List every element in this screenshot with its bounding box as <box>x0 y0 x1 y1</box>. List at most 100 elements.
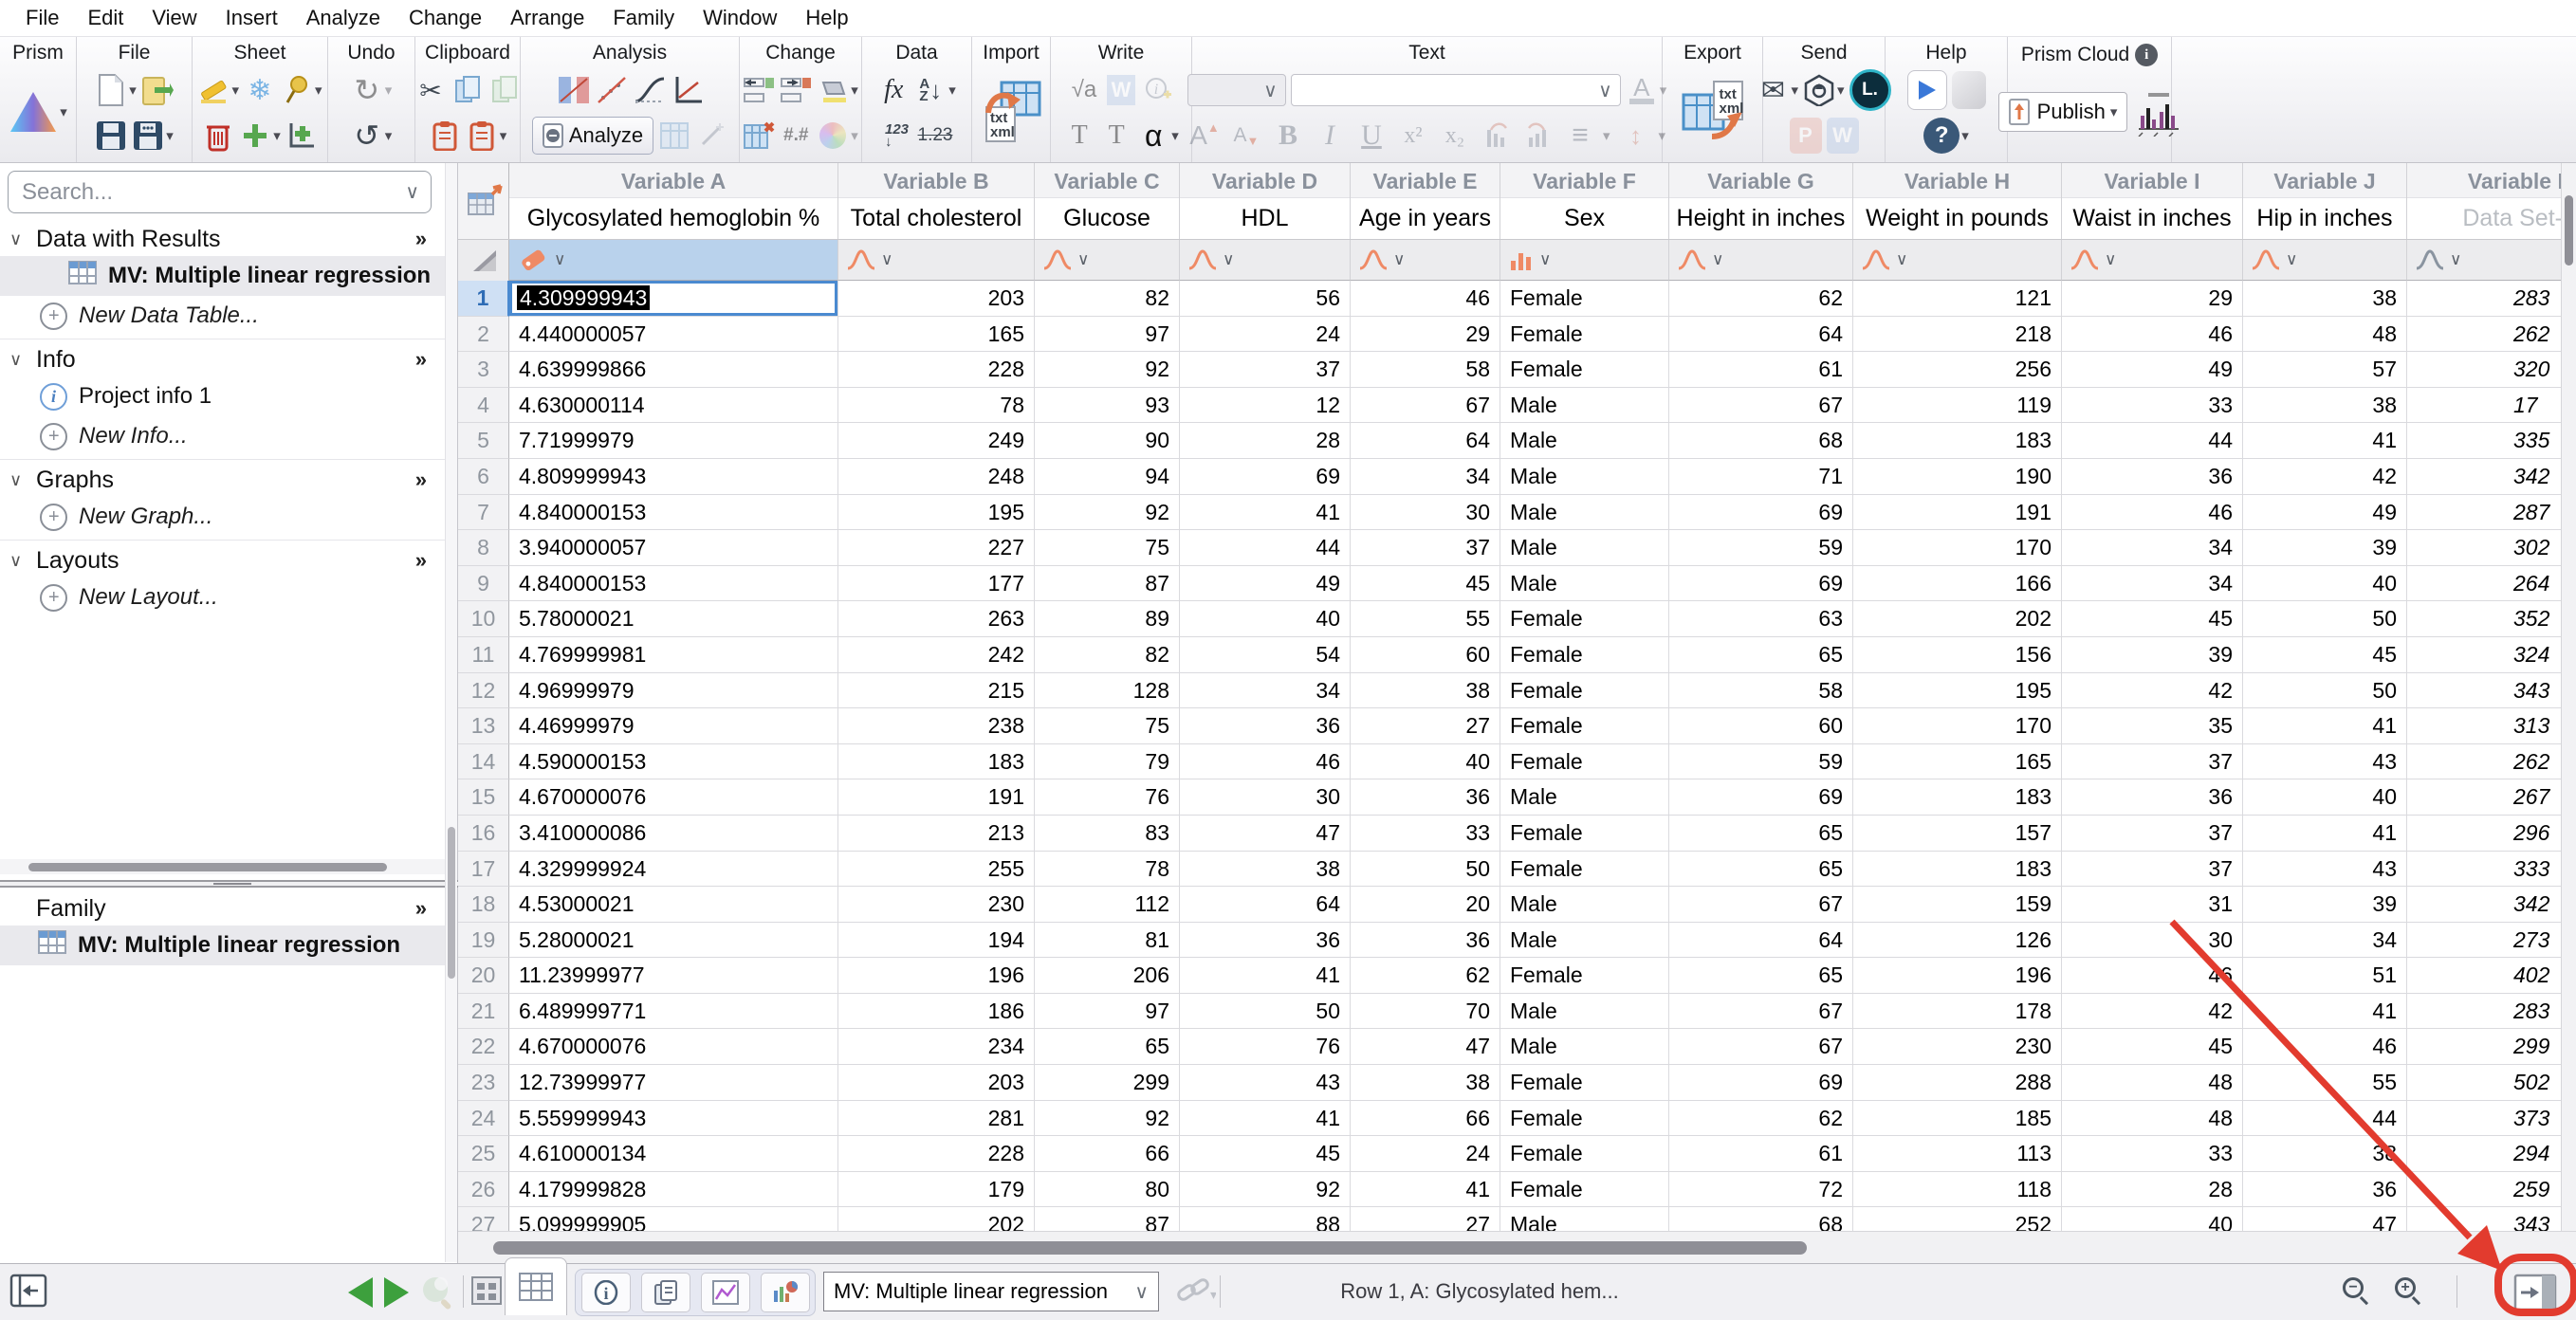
view-graph-button[interactable] <box>701 1273 750 1312</box>
table-cell[interactable]: 121 <box>1853 281 2062 317</box>
table-cell[interactable]: 58 <box>1351 352 1500 388</box>
table-cell[interactable]: 4.309999943 <box>509 281 838 317</box>
table-cell[interactable]: 194 <box>838 923 1035 959</box>
column-title[interactable]: Sex <box>1500 198 1668 239</box>
column-header-variable-i[interactable]: Variable IWaist in inches <box>2062 163 2243 239</box>
column-title[interactable]: Age in years <box>1351 198 1500 239</box>
table-cell[interactable]: 27 <box>1351 1207 1500 1231</box>
table-cell[interactable]: 65 <box>1669 852 1853 888</box>
table-cell[interactable]: Female <box>1500 816 1669 852</box>
table-cell[interactable]: 69 <box>1180 459 1351 495</box>
select-all-corner[interactable] <box>458 240 509 281</box>
color-scheme-icon[interactable] <box>817 117 849 155</box>
table-cell[interactable]: 320 <box>2407 352 2576 388</box>
row-number[interactable]: 4 <box>458 388 509 424</box>
table-cell[interactable]: 46 <box>2062 317 2243 353</box>
menu-analyze[interactable]: Analyze <box>292 6 395 30</box>
table-cell[interactable]: 49 <box>1180 566 1351 602</box>
column-type-icon-k[interactable]: ∨fx <box>2407 240 2576 281</box>
table-cell[interactable]: 259 <box>2407 1172 2576 1208</box>
row-number[interactable]: 6 <box>458 459 509 495</box>
redo-icon[interactable]: ↻ <box>351 71 383 109</box>
row-number[interactable]: 3 <box>458 352 509 388</box>
table-cell[interactable]: 43 <box>2243 852 2407 888</box>
table-cell[interactable]: 24 <box>1351 1136 1500 1172</box>
table-cell[interactable]: 7.71999979 <box>509 423 838 459</box>
table-cell[interactable]: 49 <box>2062 352 2243 388</box>
row-number[interactable]: 2 <box>458 317 509 353</box>
table-cell[interactable]: 68 <box>1669 423 1853 459</box>
decimal-format-icon[interactable]: #.# <box>780 117 812 155</box>
view-info-button[interactable]: i <box>581 1273 631 1312</box>
table-cell[interactable]: 191 <box>838 779 1035 816</box>
collapse-chevron-icon[interactable]: ∨ <box>9 229 36 249</box>
table-cell[interactable]: 230 <box>1853 1029 2062 1065</box>
subscript-icon[interactable]: x₂ <box>1439 117 1471 155</box>
freeze-sheet-icon[interactable]: ❄ <box>244 71 276 109</box>
linear-fit-icon[interactable] <box>596 71 628 109</box>
table-cell[interactable]: 249 <box>838 423 1035 459</box>
column-dropdown-icon[interactable]: ∨ <box>1223 250 1234 269</box>
table-cell[interactable]: 166 <box>1853 566 2062 602</box>
table-cell[interactable]: 126 <box>1853 923 2062 959</box>
column-type-icon-g[interactable]: ∨ <box>1669 240 1853 281</box>
table-cell[interactable]: 296 <box>2407 816 2576 852</box>
table-cell[interactable]: 342 <box>2407 459 2576 495</box>
row-number[interactable]: 5 <box>458 423 509 459</box>
table-cell[interactable]: 65 <box>1035 1029 1180 1065</box>
table-cell[interactable]: Female <box>1500 352 1669 388</box>
column-header-variable-a[interactable]: Variable AGlycosylated hemoglobin % <box>509 163 838 239</box>
table-cell[interactable]: 68 <box>1669 1207 1853 1231</box>
column-dropdown-icon[interactable]: ∨ <box>1539 250 1551 269</box>
table-cell[interactable]: Female <box>1500 1172 1669 1208</box>
table-cell[interactable]: 41 <box>1180 495 1351 531</box>
column-header-variable-f[interactable]: Variable FSex <box>1500 163 1669 239</box>
row-number[interactable]: 26 <box>458 1172 509 1208</box>
sidebar-item-new-graph[interactable]: + New Graph... <box>0 497 446 537</box>
table-cell[interactable]: 203 <box>838 281 1035 317</box>
current-sheet-tab[interactable] <box>505 1257 567 1315</box>
column-header-variable-d[interactable]: Variable DHDL <box>1180 163 1351 239</box>
table-cell[interactable]: 262 <box>2407 317 2576 353</box>
publish-button[interactable]: Publish▾ <box>1998 92 2128 132</box>
row-number[interactable]: 12 <box>458 673 509 709</box>
collapse-chevron-icon[interactable]: ∨ <box>9 551 36 571</box>
table-cell[interactable]: 30 <box>2062 923 2243 959</box>
analyze-button[interactable]: Analyze <box>532 117 653 155</box>
table-cell[interactable]: Male <box>1500 566 1669 602</box>
sidebar-section-layouts[interactable]: ∨ Layouts » <box>0 543 446 578</box>
section-more-icon[interactable]: » <box>415 227 427 251</box>
table-cell[interactable]: 47 <box>1351 1029 1500 1065</box>
table-cell[interactable]: 28 <box>1180 423 1351 459</box>
bold-icon[interactable]: B <box>1272 117 1304 155</box>
table-cell[interactable]: 242 <box>838 637 1035 673</box>
column-title[interactable]: Hip in inches <box>2243 198 2406 239</box>
help-dropdown-arrow-icon[interactable]: ▾ <box>1961 127 1969 144</box>
table-cell[interactable]: 112 <box>1035 887 1180 923</box>
table-cell[interactable]: 5.099999905 <box>509 1207 838 1231</box>
line-spacing-icon[interactable]: ↕ <box>1620 117 1652 155</box>
table-cell[interactable]: 34 <box>1180 673 1351 709</box>
table-cell[interactable]: 170 <box>1853 708 2062 744</box>
column-title[interactable]: Glycosylated hemoglobin % <box>509 198 837 239</box>
table-cell[interactable]: 195 <box>838 495 1035 531</box>
row-number[interactable]: 22 <box>458 1029 509 1065</box>
menu-insert[interactable]: Insert <box>212 6 292 30</box>
row-number[interactable]: 27 <box>458 1207 509 1231</box>
sort-123-icon[interactable]: 123↓ <box>881 117 913 155</box>
column-header-variable-c[interactable]: Variable CGlucose <box>1035 163 1180 239</box>
prism-dropdown-arrow-icon[interactable]: ▾ <box>60 103 67 120</box>
paste-dropdown-arrow-icon[interactable]: ▾ <box>500 127 507 144</box>
column-header-variable-k[interactable]: Variable KData Set-K <box>2407 163 2576 239</box>
table-cell[interactable]: 38 <box>2243 388 2407 424</box>
table-cell[interactable]: 41 <box>1180 958 1351 994</box>
table-cell[interactable]: 202 <box>838 1207 1035 1231</box>
table-cell[interactable]: 50 <box>2243 673 2407 709</box>
table-cell[interactable]: 89 <box>1035 601 1180 637</box>
table-cell[interactable]: 183 <box>1853 423 2062 459</box>
next-sheet-icon[interactable] <box>384 1277 409 1308</box>
search-dropdown-icon[interactable]: ∨ <box>405 180 431 204</box>
table-cell[interactable]: 65 <box>1669 816 1853 852</box>
import-data-icon[interactable]: txtxml <box>981 79 1041 145</box>
text-box-icon[interactable]: T <box>1100 117 1132 155</box>
